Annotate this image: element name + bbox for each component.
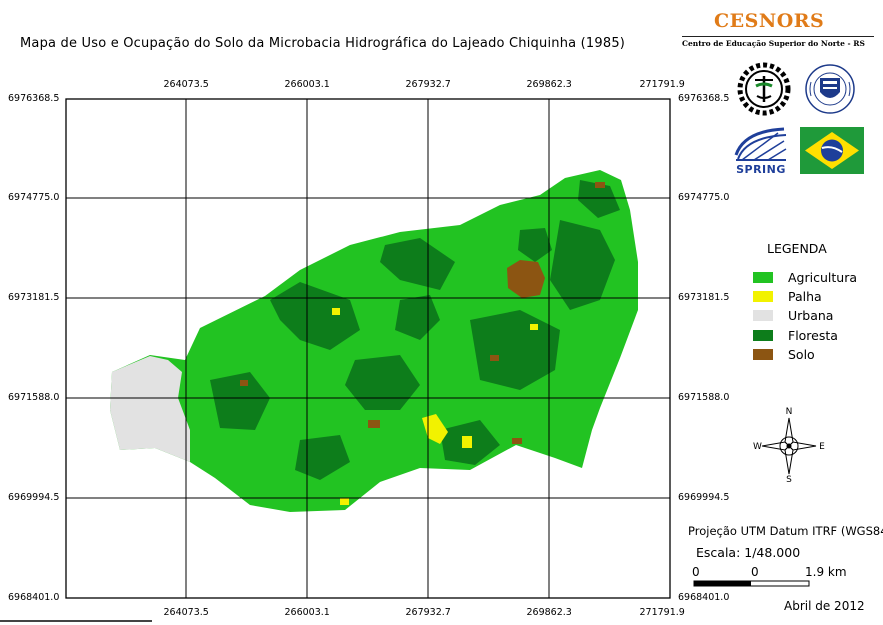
legend-label: Floresta bbox=[788, 328, 838, 343]
y-tick-left: 6971588.0 bbox=[8, 392, 60, 403]
map-region bbox=[110, 170, 638, 512]
scale-bar bbox=[693, 580, 810, 587]
scale-bar-label-2: 1.9 km bbox=[805, 565, 847, 579]
compass-w: W bbox=[753, 442, 762, 452]
legend-item-urbana: Urbana bbox=[753, 308, 834, 323]
y-tick-left: 6976368.5 bbox=[8, 93, 60, 104]
y-tick-right: 6969994.5 bbox=[678, 492, 730, 503]
legend-swatch bbox=[753, 291, 773, 302]
x-tick-bottom: 271791.9 bbox=[639, 607, 685, 618]
x-tick-bottom: 267932.7 bbox=[405, 607, 451, 618]
y-tick-left: 6968401.0 bbox=[8, 592, 60, 603]
y-tick-right: 6971588.0 bbox=[678, 392, 730, 403]
scale-text: Escala: 1/48.000 bbox=[696, 545, 801, 560]
urban-area bbox=[110, 356, 190, 462]
x-tick-top: 271791.9 bbox=[639, 79, 685, 90]
y-tick-right: 6976368.5 bbox=[678, 93, 730, 104]
scale-bar-label-0: 0 bbox=[692, 565, 700, 579]
x-tick-top: 264073.5 bbox=[163, 79, 209, 90]
compass-rose-icon: N S E W bbox=[753, 407, 825, 484]
x-tick-bottom: 264073.5 bbox=[163, 607, 209, 618]
projection-text: Projeção UTM Datum ITRF (WGS84) bbox=[688, 524, 883, 538]
legend-swatch bbox=[753, 310, 773, 321]
x-tick-bottom: 269862.3 bbox=[526, 607, 572, 618]
legend-item-solo: Solo bbox=[753, 347, 815, 362]
legend-label: Solo bbox=[788, 347, 815, 362]
x-tick-top: 266003.1 bbox=[284, 79, 330, 90]
legend-title: LEGENDA bbox=[767, 241, 827, 256]
legend-item-floresta: Floresta bbox=[753, 328, 838, 343]
legend-label: Palha bbox=[788, 289, 822, 304]
legend-label: Urbana bbox=[788, 308, 834, 323]
legend-item-agricultura: Agricultura bbox=[753, 270, 857, 285]
y-tick-right: 6974775.0 bbox=[678, 192, 730, 203]
x-tick-top: 269862.3 bbox=[526, 79, 572, 90]
compass-s: S bbox=[786, 475, 792, 484]
scale-bar-label-1: 0 bbox=[751, 565, 759, 579]
legend-swatch bbox=[753, 330, 773, 341]
y-tick-right: 6973181.5 bbox=[678, 292, 730, 303]
y-tick-left: 6973181.5 bbox=[8, 292, 60, 303]
compass-e: E bbox=[819, 442, 825, 452]
map-date: Abril de 2012 bbox=[784, 599, 865, 613]
x-tick-top: 267932.7 bbox=[405, 79, 451, 90]
legend-swatch bbox=[753, 349, 773, 360]
legend-swatch bbox=[753, 272, 773, 283]
y-tick-left: 6974775.0 bbox=[8, 192, 60, 203]
y-tick-left: 6969994.5 bbox=[8, 492, 60, 503]
x-tick-bottom: 266003.1 bbox=[284, 607, 330, 618]
window-edge bbox=[0, 620, 152, 622]
legend-item-palha: Palha bbox=[753, 289, 822, 304]
legend-label: Agricultura bbox=[788, 270, 857, 285]
y-tick-right: 6968401.0 bbox=[678, 592, 730, 603]
compass-n: N bbox=[786, 407, 793, 417]
